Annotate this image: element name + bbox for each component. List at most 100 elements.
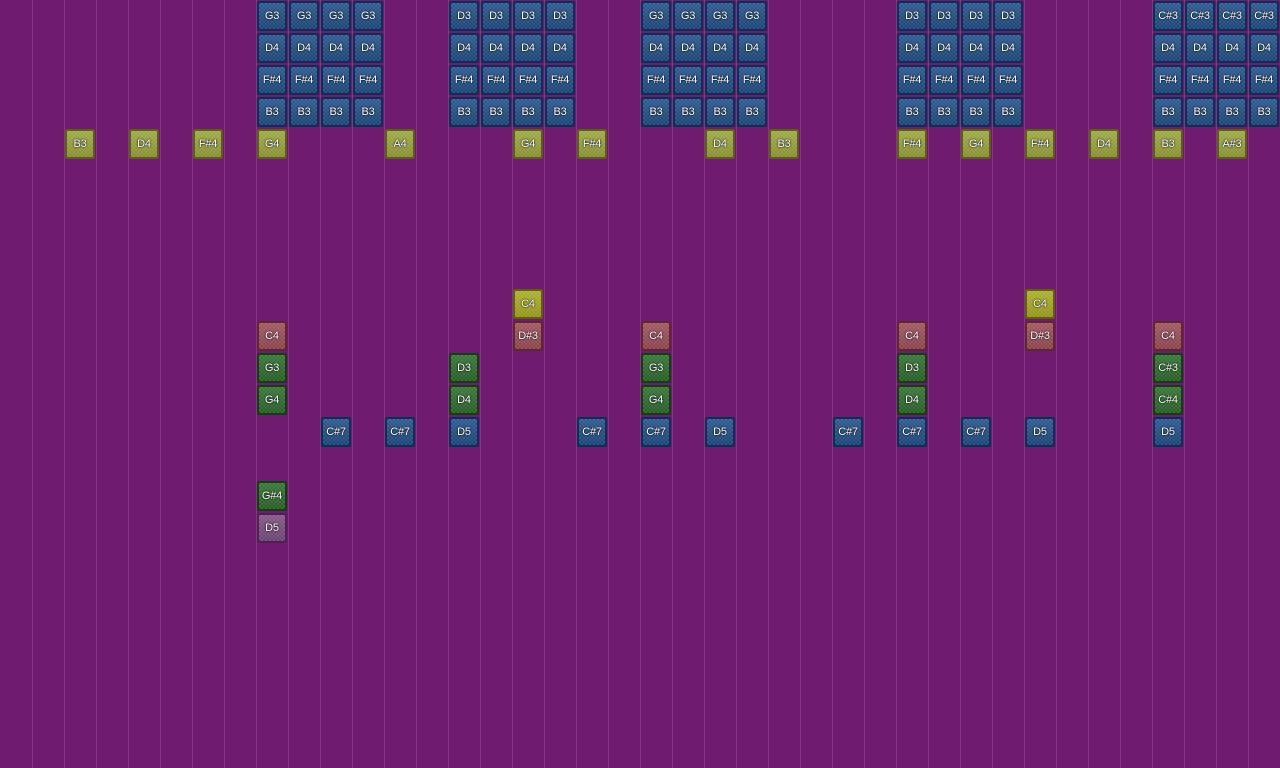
- note-cell[interactable]: F#4: [289, 65, 319, 95]
- note-cell[interactable]: F#4: [193, 129, 223, 159]
- note-cell[interactable]: A4: [385, 129, 415, 159]
- note-cell[interactable]: D3: [481, 1, 511, 31]
- note-cell[interactable]: F#4: [929, 65, 959, 95]
- note-cell[interactable]: C4: [257, 321, 287, 351]
- note-cell[interactable]: D4: [449, 385, 479, 415]
- note-cell[interactable]: B3: [1153, 97, 1183, 127]
- note-cell[interactable]: G4: [257, 129, 287, 159]
- note-cell[interactable]: G4: [257, 385, 287, 415]
- note-cell[interactable]: B3: [1217, 97, 1247, 127]
- note-cell[interactable]: C4: [1153, 321, 1183, 351]
- note-cell[interactable]: D4: [929, 33, 959, 63]
- note-cell[interactable]: D4: [1185, 33, 1215, 63]
- note-cell[interactable]: D4: [705, 129, 735, 159]
- note-cell[interactable]: B3: [289, 97, 319, 127]
- note-cell[interactable]: D4: [897, 385, 927, 415]
- note-cell[interactable]: D4: [481, 33, 511, 63]
- note-cell[interactable]: F#4: [545, 65, 575, 95]
- note-cell[interactable]: G3: [705, 1, 735, 31]
- note-cell[interactable]: C#7: [897, 417, 927, 447]
- note-cell[interactable]: C#4: [1153, 385, 1183, 415]
- note-cell[interactable]: G3: [257, 1, 287, 31]
- note-cell[interactable]: D4: [673, 33, 703, 63]
- note-cell[interactable]: D4: [129, 129, 159, 159]
- note-cell[interactable]: G3: [641, 353, 671, 383]
- note-cell[interactable]: B3: [1249, 97, 1279, 127]
- note-cell[interactable]: F#4: [993, 65, 1023, 95]
- note-cell[interactable]: C#3: [1185, 1, 1215, 31]
- note-cell[interactable]: G3: [289, 1, 319, 31]
- note-cell[interactable]: B3: [353, 97, 383, 127]
- note-cell[interactable]: D3: [449, 353, 479, 383]
- note-cell[interactable]: D4: [289, 33, 319, 63]
- note-cell[interactable]: D3: [897, 1, 927, 31]
- note-cell[interactable]: B3: [513, 97, 543, 127]
- note-cell[interactable]: G4: [513, 129, 543, 159]
- note-cell[interactable]: F#4: [961, 65, 991, 95]
- note-cell[interactable]: D4: [321, 33, 351, 63]
- note-cell[interactable]: F#4: [897, 65, 927, 95]
- note-cell[interactable]: D4: [449, 33, 479, 63]
- note-cell[interactable]: C4: [641, 321, 671, 351]
- note-cell[interactable]: D4: [961, 33, 991, 63]
- note-cell[interactable]: G3: [353, 1, 383, 31]
- note-cell[interactable]: D#3: [513, 321, 543, 351]
- note-cell[interactable]: F#4: [705, 65, 735, 95]
- note-cell[interactable]: G4: [961, 129, 991, 159]
- note-cell[interactable]: F#4: [481, 65, 511, 95]
- note-cell[interactable]: D#3: [1025, 321, 1055, 351]
- note-cell[interactable]: F#4: [897, 129, 927, 159]
- note-cell[interactable]: C#7: [321, 417, 351, 447]
- note-cell[interactable]: D3: [961, 1, 991, 31]
- note-cell[interactable]: D5: [449, 417, 479, 447]
- note-cell[interactable]: F#4: [1153, 65, 1183, 95]
- note-cell[interactable]: D5: [1153, 417, 1183, 447]
- note-cell[interactable]: B3: [897, 97, 927, 127]
- note-cell[interactable]: D4: [257, 33, 287, 63]
- note-cell[interactable]: B3: [321, 97, 351, 127]
- note-cell[interactable]: B3: [673, 97, 703, 127]
- note-cell[interactable]: G#4: [257, 481, 287, 511]
- note-cell[interactable]: B3: [929, 97, 959, 127]
- note-cell[interactable]: C#7: [577, 417, 607, 447]
- note-cell[interactable]: D4: [1217, 33, 1247, 63]
- note-cell[interactable]: D3: [993, 1, 1023, 31]
- note-cell[interactable]: F#4: [737, 65, 767, 95]
- note-cell[interactable]: F#4: [641, 65, 671, 95]
- note-cell[interactable]: F#4: [1217, 65, 1247, 95]
- note-cell[interactable]: C#7: [961, 417, 991, 447]
- note-cell[interactable]: C#7: [385, 417, 415, 447]
- note-cell[interactable]: B3: [481, 97, 511, 127]
- note-cell[interactable]: B3: [449, 97, 479, 127]
- note-cell[interactable]: D4: [1249, 33, 1279, 63]
- note-cell[interactable]: C#3: [1217, 1, 1247, 31]
- note-cell[interactable]: B3: [737, 97, 767, 127]
- note-cell[interactable]: D4: [1089, 129, 1119, 159]
- note-cell[interactable]: B3: [65, 129, 95, 159]
- note-cell[interactable]: B3: [993, 97, 1023, 127]
- note-cell[interactable]: F#4: [577, 129, 607, 159]
- note-cell[interactable]: A#3: [1217, 129, 1247, 159]
- note-cell[interactable]: D3: [897, 353, 927, 383]
- note-cell[interactable]: D4: [897, 33, 927, 63]
- note-cell[interactable]: D5: [257, 513, 287, 543]
- note-cell[interactable]: D4: [641, 33, 671, 63]
- note-cell[interactable]: C#3: [1153, 1, 1183, 31]
- note-cell[interactable]: F#4: [513, 65, 543, 95]
- note-cell[interactable]: B3: [769, 129, 799, 159]
- note-cell[interactable]: F#4: [673, 65, 703, 95]
- note-cell[interactable]: D4: [513, 33, 543, 63]
- note-cell[interactable]: C4: [897, 321, 927, 351]
- note-cell[interactable]: C#3: [1153, 353, 1183, 383]
- note-cell[interactable]: G3: [641, 1, 671, 31]
- note-cell[interactable]: D4: [1153, 33, 1183, 63]
- note-cell[interactable]: G3: [737, 1, 767, 31]
- note-cell[interactable]: D4: [353, 33, 383, 63]
- note-cell[interactable]: G3: [257, 353, 287, 383]
- note-cell[interactable]: D4: [737, 33, 767, 63]
- note-cell[interactable]: F#4: [1249, 65, 1279, 95]
- note-cell[interactable]: D5: [1025, 417, 1055, 447]
- note-grid-canvas[interactable]: G3 G3 G3 G3 D4 D4 D4 D4 F#4 F#4 F#4 F#4 B3 B3 B3 B3 D3 D3…: [0, 0, 1280, 768]
- note-cell[interactable]: C#3: [1249, 1, 1279, 31]
- note-cell[interactable]: D5: [705, 417, 735, 447]
